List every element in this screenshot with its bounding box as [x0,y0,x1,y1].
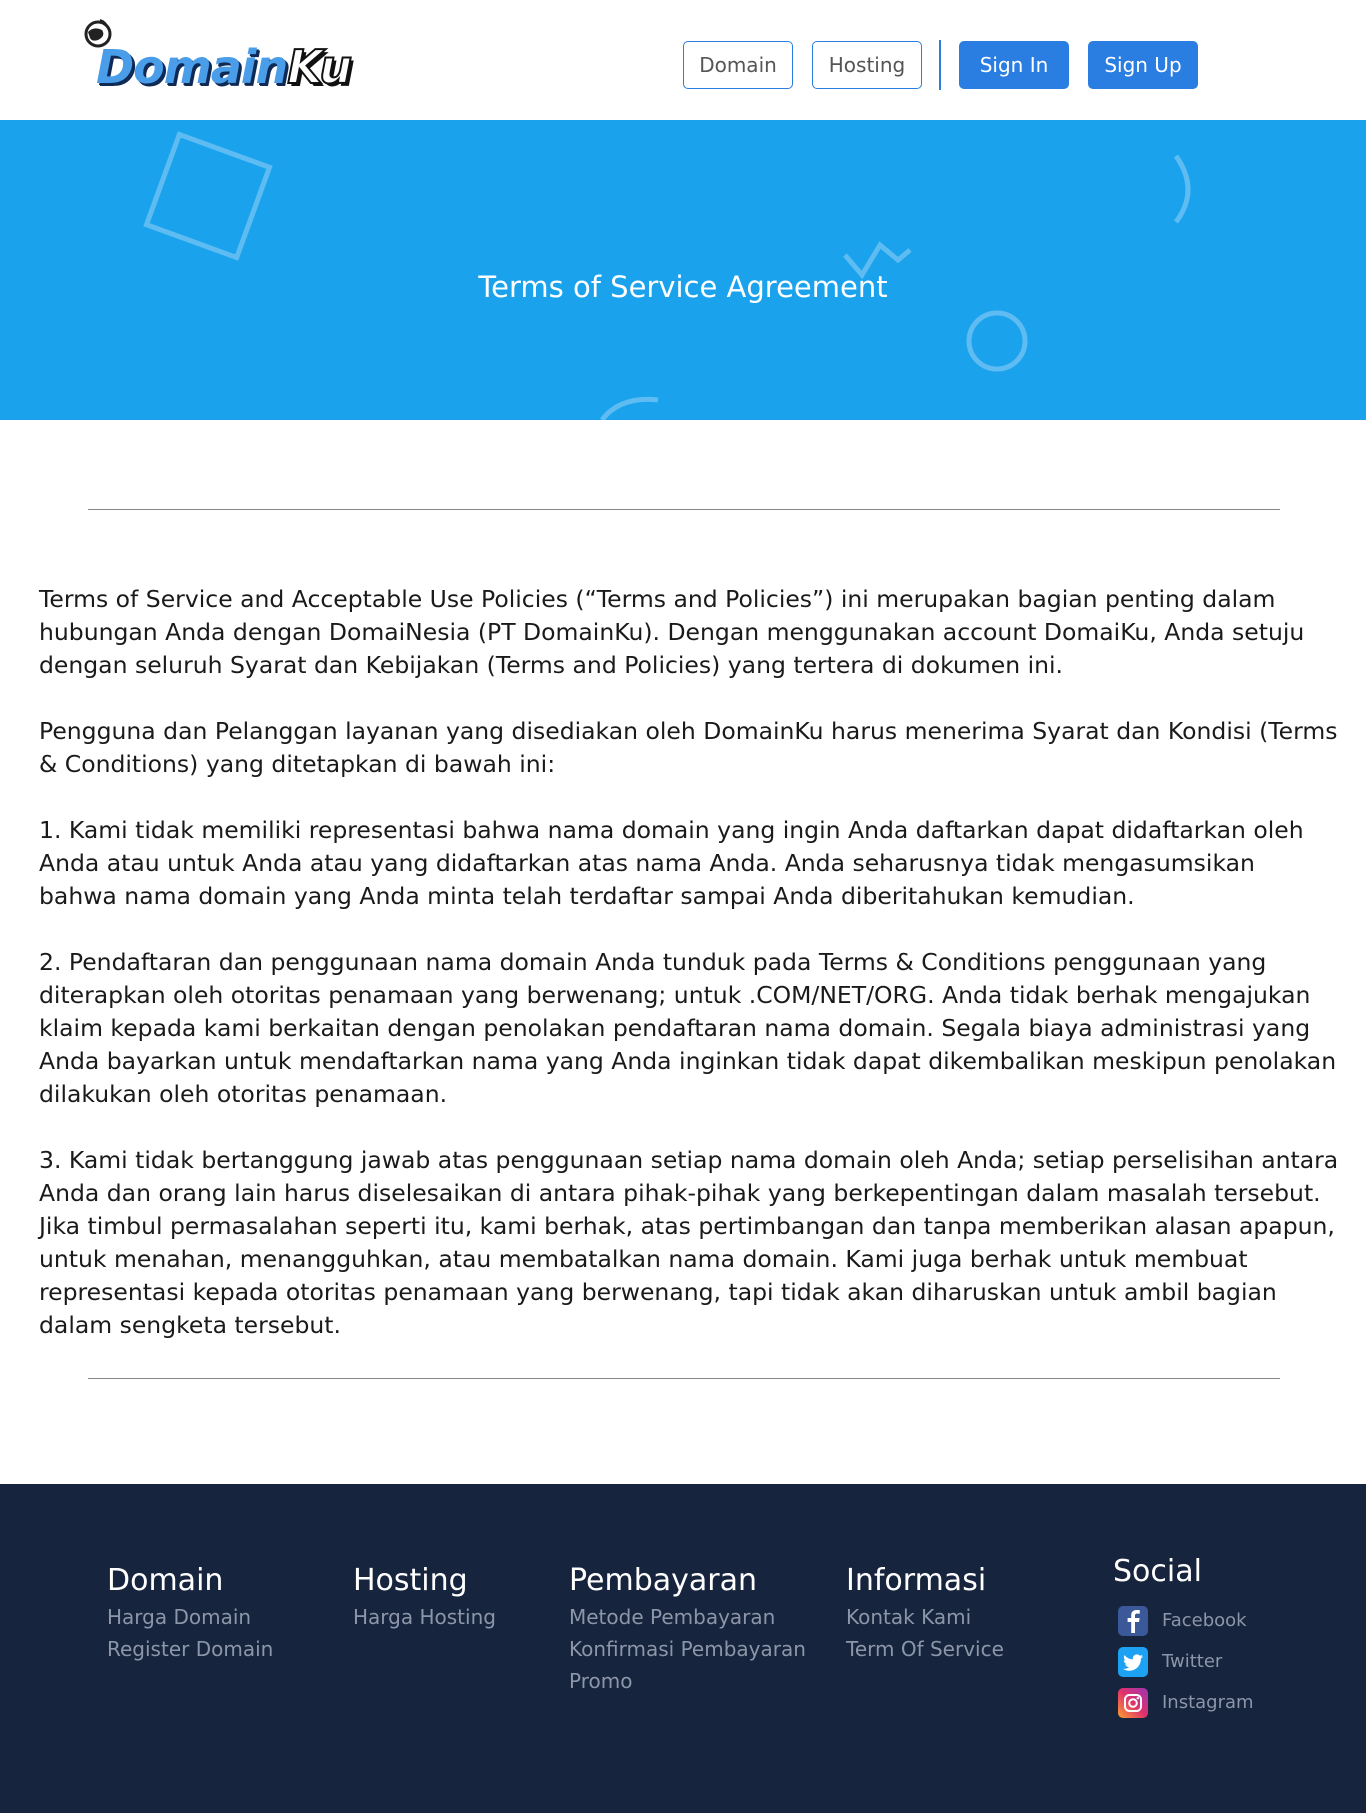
footer-heading: Hosting [353,1563,468,1598]
social-label: Facebook [1162,1610,1247,1631]
footer-heading: Informasi [846,1563,987,1598]
sign-up-button[interactable]: Sign Up [1088,41,1198,89]
social-label: Instagram [1162,1692,1254,1713]
footer-heading: Social [1113,1554,1202,1589]
footer-heading: Pembayaran [569,1563,757,1598]
nav-domain-button[interactable]: Domain [683,41,793,89]
footer-link-kontak-kami[interactable]: Kontak Kami [846,1601,1004,1633]
nav-separator [939,40,941,90]
footer-social: Social Facebook Twitter Instagram [1113,1552,1254,1723]
decor-arc-bottom [600,396,659,420]
footer: Domain Harga Domain Register Domain Host… [0,1484,1366,1813]
social-label: Twitter [1162,1651,1223,1672]
decor-circle [966,310,1028,372]
footer-link-harga-domain[interactable]: Harga Domain [107,1601,273,1633]
decor-arc-right [1173,154,1191,224]
nav-hosting-button[interactable]: Hosting [812,41,922,89]
sign-in-button[interactable]: Sign In [959,41,1069,89]
logo-ku-text: Ku [286,40,353,94]
navbar: DomainKu Domain Hosting Sign In Sign Up [0,0,1366,120]
footer-link-konfirmasi-pembayaran[interactable]: Konfirmasi Pembayaran [569,1633,806,1665]
social-facebook-link[interactable]: Facebook [1113,1600,1254,1641]
logo[interactable]: DomainKu [80,14,353,91]
footer-link-term-of-service[interactable]: Term Of Service [846,1633,1004,1665]
footer-column-hosting: Hosting Harga Hosting [353,1561,496,1633]
page-title: Terms of Service Agreement [478,270,888,304]
footer-column-domain: Domain Harga Domain Register Domain [107,1561,273,1665]
footer-link-metode-pembayaran[interactable]: Metode Pembayaran [569,1601,806,1633]
footer-link-promo[interactable]: Promo [569,1665,806,1697]
footer-heading: Domain [107,1563,224,1598]
footer-link-harga-hosting[interactable]: Harga Hosting [353,1601,496,1633]
logo-text: DomainKu [96,43,353,91]
terms-paragraph: 2. Pendaftaran dan penggunaan nama domai… [39,948,1337,1108]
social-twitter-link[interactable]: Twitter [1113,1641,1254,1682]
twitter-icon [1118,1646,1148,1677]
terms-paragraph: Terms of Service and Acceptable Use Poli… [39,585,1305,679]
terms-paragraph: Pengguna dan Pelanggan layanan yang dise… [39,717,1338,778]
hero-banner: Terms of Service Agreement [0,120,1366,420]
footer-column-informasi: Informasi Kontak Kami Term Of Service [846,1561,1004,1665]
top-divider [88,509,1280,510]
instagram-icon [1118,1687,1148,1718]
facebook-icon [1118,1605,1148,1636]
terms-paragraph: 3. Kami tidak bertanggung jawab atas pen… [39,1146,1339,1339]
terms-content: Terms of Service and Acceptable Use Poli… [39,583,1339,1375]
bottom-divider [88,1378,1280,1379]
footer-link-register-domain[interactable]: Register Domain [107,1633,273,1665]
logo-domain-text: Domain [96,40,288,94]
decor-square [143,131,273,261]
terms-paragraph: 1. Kami tidak memiliki representasi bahw… [39,816,1304,910]
footer-column-pembayaran: Pembayaran Metode Pembayaran Konfirmasi … [569,1561,806,1697]
social-instagram-link[interactable]: Instagram [1113,1682,1254,1723]
